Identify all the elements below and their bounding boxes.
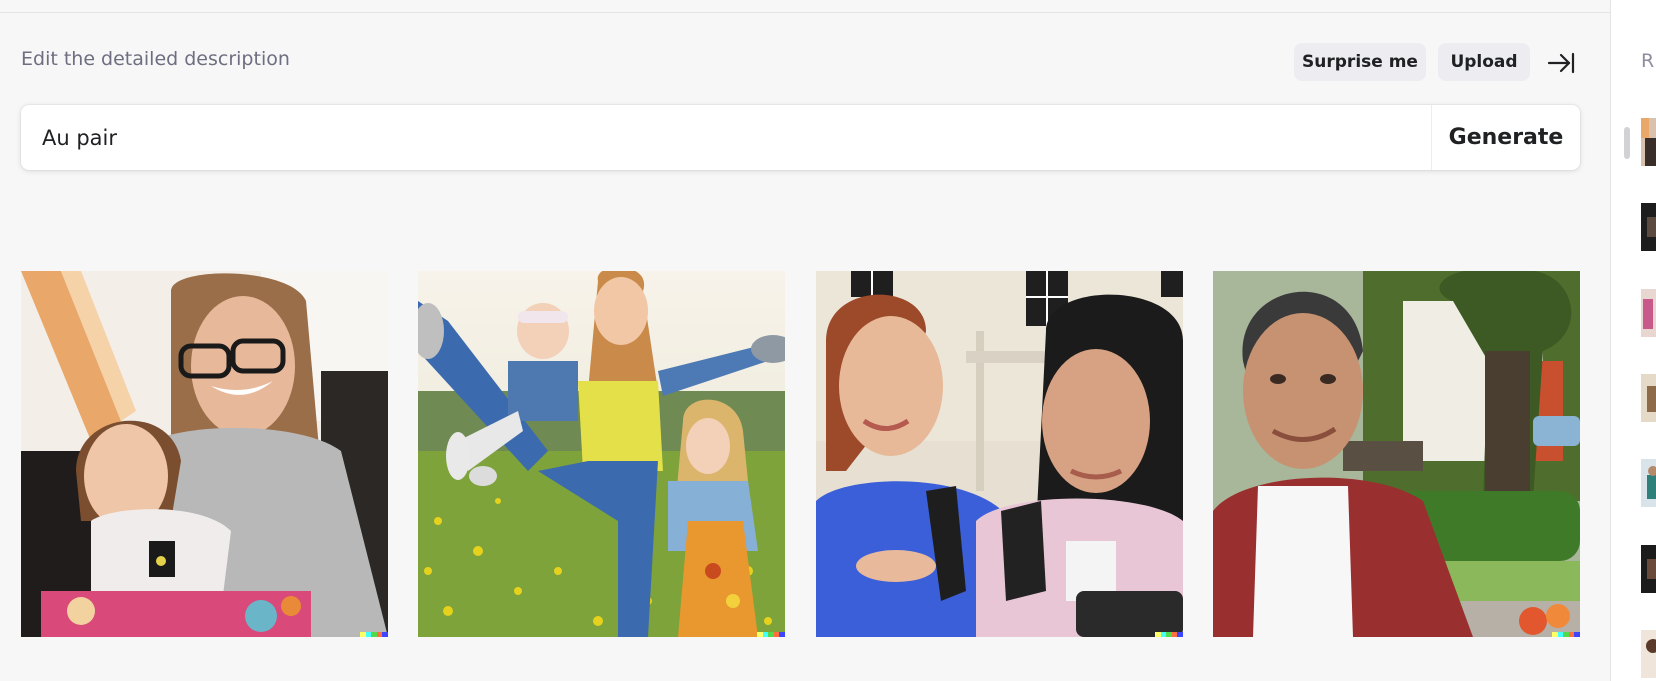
collapse-sidebar-icon[interactable] xyxy=(1545,47,1577,79)
history-thumbnail[interactable] xyxy=(1641,459,1656,507)
history-thumbnail[interactable] xyxy=(1641,374,1656,422)
prompt-bar: Generate xyxy=(21,105,1580,170)
image-signature xyxy=(1155,632,1183,637)
toolbar: Surprise me Upload xyxy=(0,43,1610,83)
image-signature xyxy=(757,632,785,637)
generate-button[interactable]: Generate xyxy=(1432,105,1580,170)
image-signature xyxy=(360,632,388,637)
upload-button[interactable]: Upload xyxy=(1438,43,1530,81)
image-signature xyxy=(1552,632,1580,637)
sidebar-heading: R xyxy=(1641,50,1655,72)
history-thumbnail[interactable] xyxy=(1641,545,1656,593)
sidebar-scrollbar[interactable] xyxy=(1624,127,1630,159)
result-image-4[interactable] xyxy=(1213,271,1580,637)
history-thumbnail[interactable] xyxy=(1641,203,1656,251)
surprise-me-button[interactable]: Surprise me xyxy=(1294,43,1426,81)
top-divider xyxy=(0,0,1610,13)
history-thumbnail[interactable] xyxy=(1641,289,1656,337)
history-sidebar: R xyxy=(1610,0,1656,681)
result-image-3[interactable] xyxy=(816,271,1183,637)
main-panel: Edit the detailed description Surprise m… xyxy=(0,0,1610,681)
results-grid xyxy=(21,271,1580,637)
result-image-1[interactable] xyxy=(21,271,388,637)
prompt-input[interactable] xyxy=(21,105,1431,170)
history-thumbnail[interactable] xyxy=(1641,118,1656,166)
result-image-2[interactable] xyxy=(418,271,785,637)
history-thumbnail[interactable] xyxy=(1641,630,1656,678)
